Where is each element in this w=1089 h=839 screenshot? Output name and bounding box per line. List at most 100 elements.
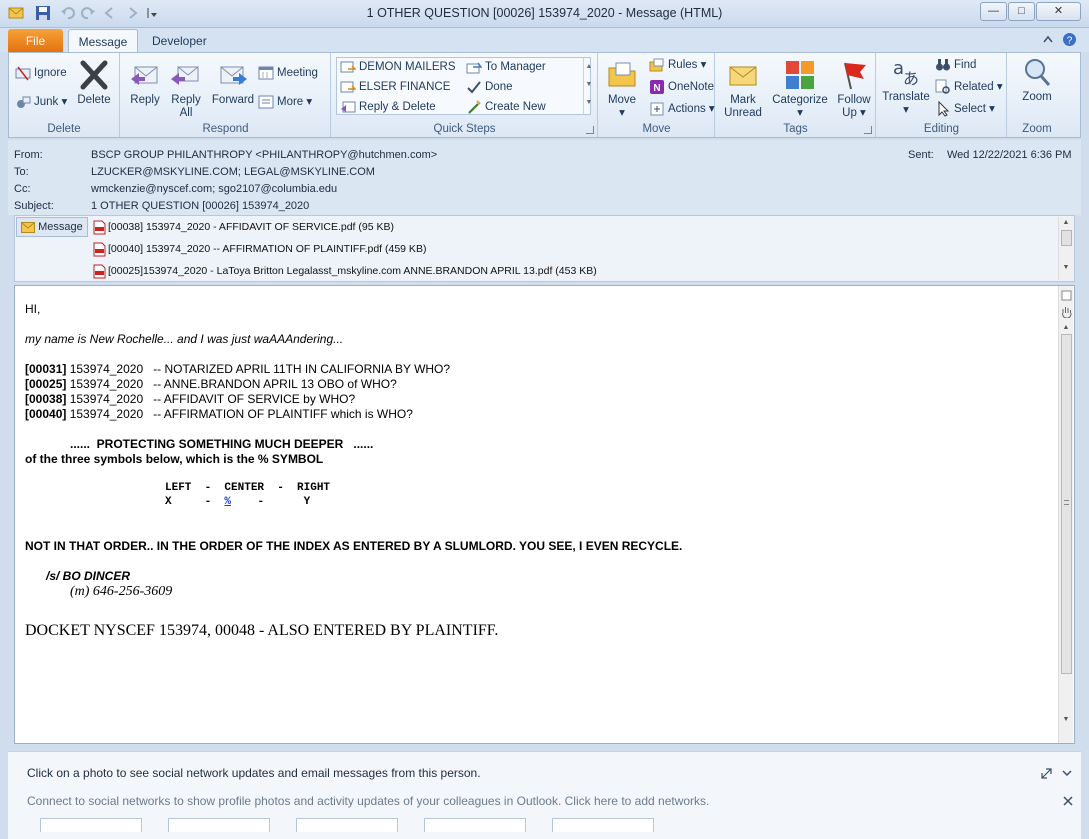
move-folder-icon <box>608 62 636 87</box>
follow-up-label-2: Up <box>842 107 857 119</box>
tab-message[interactable]: Message <box>68 29 138 52</box>
categorize-button[interactable]: Categorize ▾ <box>770 59 830 120</box>
translate-icon: aあ <box>893 58 919 88</box>
tab-file[interactable]: File <box>8 29 63 52</box>
delete-group: Ignore Junk ▾ Delete Delete <box>9 53 120 137</box>
zoom-group-label: Zoom <box>1022 123 1052 135</box>
index-id: [00038] <box>25 392 67 406</box>
quickstep-create-new[interactable]: Create New <box>466 98 546 116</box>
more-respond-button[interactable]: More ▾ <box>258 93 312 111</box>
contact-photo-slot[interactable] <box>424 818 526 832</box>
attachment-item[interactable]: [00040] 153974_2020 -- AFFIRMATION OF PL… <box>93 240 426 258</box>
zoom-button[interactable]: Zoom <box>1014 56 1060 104</box>
quickstep-elser-finance[interactable]: ELSER FINANCE <box>340 78 450 96</box>
ribbon-tabs: File Message Developer ? <box>0 28 1089 52</box>
delete-x-icon <box>80 60 108 90</box>
close-window-button[interactable]: ✕ <box>1036 2 1081 21</box>
attachment-item[interactable]: [00025]153974_2020 - LaToya Britton Lega… <box>93 262 597 280</box>
meeting-icon <box>258 66 274 80</box>
subject-label: Subject: <box>14 200 54 212</box>
forward-button[interactable]: Forward <box>209 59 257 107</box>
reply-button[interactable]: Reply <box>125 59 165 107</box>
lcr-values: X - % - Y <box>165 496 310 508</box>
expand-pane-icon[interactable] <box>1041 768 1052 779</box>
junk-button[interactable]: Junk ▾ <box>15 93 67 111</box>
pan-hand-icon[interactable] <box>1061 306 1072 318</box>
index-line: [00031] 153974_2020 -- NOTARIZED APRIL 1… <box>25 362 450 376</box>
follow-up-button[interactable]: Follow Up ▾ <box>834 59 874 120</box>
reply-label: Reply <box>130 94 160 106</box>
attachment-name: [00040] 153974_2020 -- AFFIRMATION OF PL… <box>108 243 427 255</box>
collapse-pane-icon[interactable] <box>1062 769 1072 777</box>
tab-developer[interactable]: Developer <box>140 29 219 52</box>
page-width-icon[interactable] <box>1061 290 1072 301</box>
attachments-scrollbar[interactable]: ▲ ▼ <box>1058 217 1073 280</box>
to-value[interactable]: LZUCKER@MSKYLINE.COM; LEGAL@MSKYLINE.COM <box>91 166 375 178</box>
dismiss-icon[interactable] <box>1063 796 1073 806</box>
related-button[interactable]: Related ▾ <box>935 78 1003 96</box>
more-label: More <box>277 96 304 108</box>
related-icon <box>935 79 950 94</box>
create-new-icon <box>468 100 481 114</box>
mark-unread-button[interactable]: Mark Unread <box>722 59 764 120</box>
forward-icon <box>220 66 247 85</box>
select-button[interactable]: Select ▾ <box>935 100 995 118</box>
forward-label: Forward <box>211 94 255 106</box>
find-label: Find <box>954 59 977 71</box>
scroll-up-arrow[interactable]: ▲ <box>1059 324 1073 331</box>
index-line: [00040] 153974_2020 -- AFFIRMATION OF PL… <box>25 407 413 421</box>
help-icon[interactable]: ? <box>1062 32 1077 47</box>
scroll-up-arrow[interactable]: ▲ <box>1059 219 1073 226</box>
ignore-icon <box>15 66 31 81</box>
respond-group: Reply Reply All Forward Meeting More ▾ R… <box>121 53 331 137</box>
ignore-button[interactable]: Ignore <box>15 64 67 82</box>
sent-value: Wed 12/22/2021 6:36 PM <box>947 149 1072 161</box>
signature: /s/ BO DINCER <box>46 569 131 583</box>
index-line: [00038] 153974_2020 -- AFFIDAVIT OF SERV… <box>25 392 355 406</box>
from-value[interactable]: BSCP GROUP PHILANTHROPY <PHILANTHROPY@hu… <box>91 149 437 161</box>
body-scrollbar[interactable]: ▲ ▼ <box>1058 286 1073 743</box>
people-pane-info: Click on a photo to see social network u… <box>27 766 481 780</box>
onenote-button[interactable]: N OneNote <box>649 78 714 96</box>
translate-button[interactable]: aあ Translate ▾ <box>880 56 932 117</box>
contact-photo-slot[interactable] <box>552 818 654 832</box>
quickstep-reply-delete[interactable]: Reply & Delete <box>340 98 436 116</box>
collapse-ribbon-icon[interactable] <box>1042 34 1054 44</box>
reply-all-button[interactable]: Reply All <box>167 59 205 120</box>
meeting-button[interactable]: Meeting <box>258 64 318 82</box>
percent-link[interactable]: % <box>224 496 231 508</box>
contact-photo-slot[interactable] <box>168 818 270 832</box>
cc-value[interactable]: wmckenzie@nyscef.com; sgo2107@columbia.e… <box>91 183 337 195</box>
checkmark-icon <box>467 81 481 94</box>
onenote-label: OneNote <box>668 81 715 93</box>
maximize-button[interactable]: □ <box>1008 2 1035 21</box>
scroll-down-arrow[interactable]: ▼ <box>1059 264 1073 271</box>
scroll-thumb[interactable] <box>1060 334 1072 674</box>
pdf-icon <box>93 264 106 279</box>
quick-steps-group: DEMON MAILERS ELSER FINANCE Reply & Dele… <box>332 53 598 137</box>
quickstep-done[interactable]: Done <box>466 78 513 96</box>
index-text: 153974_2020 -- NOTARIZED APRIL 11TH IN C… <box>66 362 451 376</box>
message-tab[interactable]: Message <box>16 217 88 237</box>
add-networks-link[interactable]: Connect to social networks to show profi… <box>27 794 709 808</box>
scroll-down-arrow[interactable]: ▼ <box>1059 716 1073 723</box>
quick-steps-scroll[interactable]: ▲ ▼ ▼ <box>583 58 594 114</box>
contact-photo-slot[interactable] <box>40 818 142 832</box>
index-id: [00031] <box>25 362 67 376</box>
message-header: From: BSCP GROUP PHILANTHROPY <PHILANTHR… <box>8 140 1081 215</box>
reply-icon <box>131 66 158 85</box>
quickstep-mail-icon <box>340 61 357 73</box>
rules-button[interactable]: Rules ▾ <box>649 56 706 74</box>
quickstep-demon-mailers[interactable]: DEMON MAILERS <box>340 58 456 76</box>
move-button[interactable]: Move ▾ <box>602 59 642 120</box>
attachment-item[interactable]: [00038] 153974_2020 - AFFIDAVIT OF SERVI… <box>93 218 394 236</box>
minimize-button[interactable]: — <box>980 2 1007 21</box>
quickstep-to-manager[interactable]: To Manager <box>466 58 546 76</box>
delete-button[interactable]: Delete <box>73 59 115 107</box>
scroll-thumb[interactable] <box>1060 230 1072 246</box>
find-button[interactable]: Find <box>935 56 976 74</box>
contact-photo-slot[interactable] <box>296 818 398 832</box>
envelope-icon <box>21 221 35 233</box>
actions-button[interactable]: Actions ▾ <box>649 100 715 118</box>
follow-up-label-1: Follow <box>837 94 871 106</box>
